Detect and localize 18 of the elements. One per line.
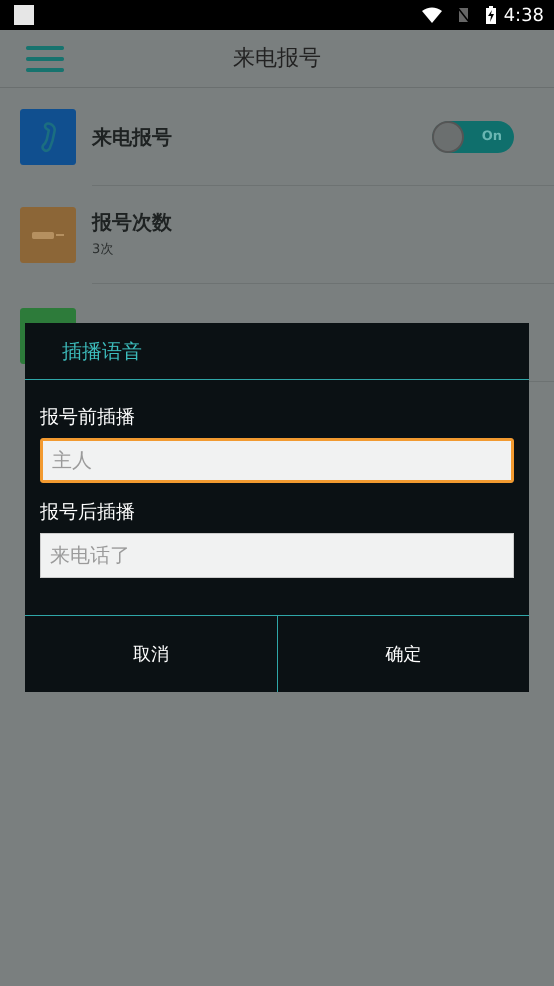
dialog-title: 插播语音 [25,323,529,380]
field-label: 报号后插播 [40,500,136,524]
cancel-button[interactable]: 取消 [25,616,276,692]
no-sim-icon [458,7,470,23]
menu-icon[interactable] [26,45,64,73]
phone-icon [20,109,76,165]
notification-icon [14,5,34,25]
clock: 4:38 [504,4,544,28]
setting-title: 报号次数 [92,210,173,234]
screen-title: 来电报号 [233,45,321,73]
setting-title: 来电报号 [92,124,173,148]
text-field[interactable]: 主人 [40,438,514,483]
wifi-icon [422,6,442,24]
confirm-button[interactable]: 确定 [276,616,529,692]
battery-icon [486,6,496,24]
text-field[interactable]: 来电话了 [40,532,514,578]
setting-value: 3次 [92,240,114,259]
field-label: 报号前插播 [40,406,136,429]
